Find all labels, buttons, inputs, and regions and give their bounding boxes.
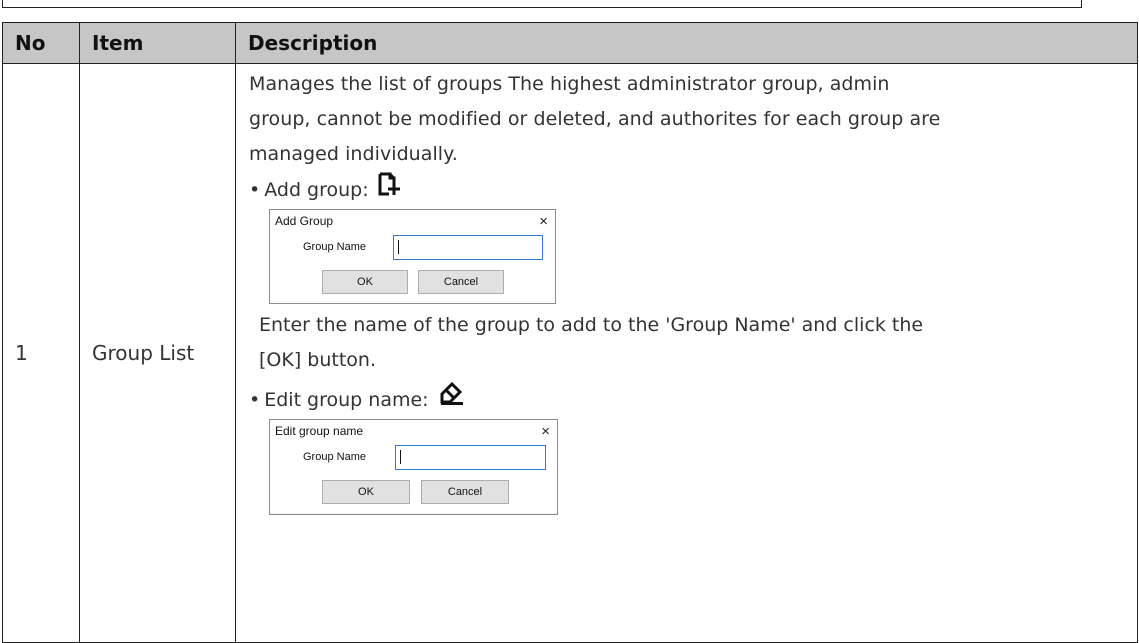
instruction-line: Enter the name of the group to add to th… (259, 314, 924, 336)
description-table: No Item Description 1 Group List Manages… (2, 22, 1138, 643)
add-group-label: Add group: (264, 178, 369, 201)
edit-group-dialog: Edit group name × Group Name OK Cancel (269, 419, 558, 515)
header-description: Description (235, 22, 1138, 64)
bullet-dot: • (249, 388, 261, 411)
text-caret (398, 240, 399, 254)
dialog-title: Edit group name (275, 424, 364, 438)
header-no: No (2, 22, 80, 64)
group-name-input[interactable] (393, 235, 543, 260)
group-name-input[interactable] (395, 445, 546, 470)
header-item: Item (79, 22, 236, 64)
edit-group-label: Edit group name: (264, 388, 429, 411)
dialog-title: Add Group (275, 214, 334, 228)
edit-group-bullet: • Edit group name: (249, 381, 1137, 417)
row-description: Manages the list of groups The highest a… (235, 63, 1138, 643)
eraser-edit-icon (437, 381, 465, 417)
previous-table-frame (2, 0, 1082, 8)
intro-line: group, cannot be modified or deleted, an… (249, 108, 941, 130)
add-group-instruction: Enter the name of the group to add to th… (259, 308, 1137, 378)
bullet-dot: • (249, 178, 261, 201)
dialog-body: Group Name OK Cancel (270, 442, 557, 513)
dialog-titlebar: Add Group × (270, 210, 555, 232)
row-number: 1 (2, 63, 80, 643)
table-row: 1 Group List Manages the list of groups … (2, 63, 1138, 643)
description-content: Manages the list of groups The highest a… (249, 64, 1137, 642)
group-name-label: Group Name (303, 241, 366, 253)
cancel-button[interactable]: Cancel (418, 270, 504, 294)
intro-paragraph: Manages the list of groups The highest a… (249, 67, 1137, 172)
instruction-line: [OK] button. (259, 349, 376, 371)
text-caret (400, 450, 401, 464)
dialog-body: Group Name OK Cancel (270, 232, 555, 303)
dialog-titlebar: Edit group name × (270, 420, 557, 442)
add-document-icon (377, 172, 401, 207)
ok-button[interactable]: OK (322, 270, 408, 294)
row-item: Group List (79, 63, 236, 643)
cancel-button[interactable]: Cancel (421, 480, 509, 504)
ok-button[interactable]: OK (322, 480, 410, 504)
table-header-row: No Item Description (2, 22, 1138, 64)
close-icon[interactable]: × (539, 214, 550, 229)
intro-line: Manages the list of groups The highest a… (249, 73, 890, 95)
add-group-dialog: Add Group × Group Name OK Cancel (269, 209, 556, 304)
intro-line: managed individually. (249, 143, 458, 165)
close-icon[interactable]: × (541, 424, 552, 439)
group-name-label: Group Name (303, 451, 366, 463)
add-group-bullet: • Add group: (249, 172, 1137, 207)
